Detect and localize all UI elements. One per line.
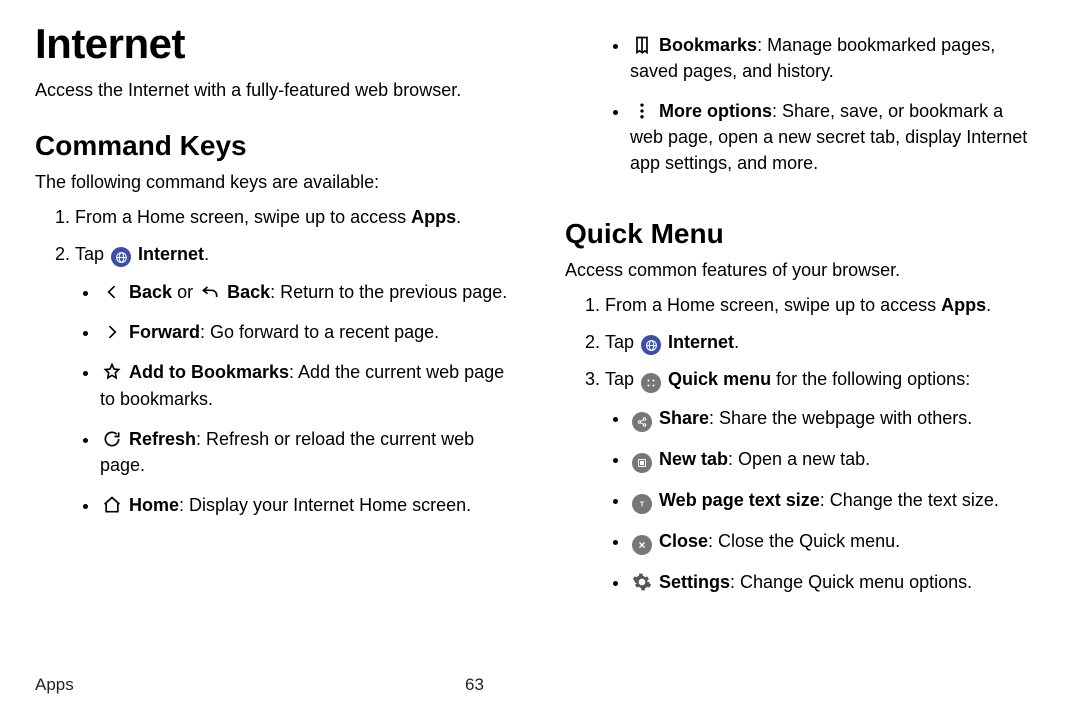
list-item: Back or Back: Return to the previous pag…: [100, 279, 510, 305]
command-keys-sub: The following command keys are available…: [35, 170, 510, 194]
text: or: [177, 282, 198, 302]
close-label: Close: [659, 531, 708, 551]
text: From a Home screen, swipe up to access: [75, 207, 411, 227]
back-label: Back: [129, 282, 172, 302]
quick-menu-icon: [641, 373, 661, 393]
command-keys-steps: From a Home screen, swipe up to access A…: [35, 205, 510, 532]
quick-menu-heading: Quick Menu: [565, 218, 1040, 250]
share-icon: [632, 412, 652, 432]
share-label: Share: [659, 408, 709, 428]
text-size-icon: T: [632, 494, 652, 514]
list-item: Add to Bookmarks: Add the current web pa…: [100, 359, 510, 411]
back-chevron-icon: [102, 282, 122, 302]
back-label: Back: [227, 282, 270, 302]
list-item: Forward: Go forward to a recent page.: [100, 319, 510, 345]
apps-label: Apps: [411, 207, 456, 227]
page-title: Internet: [35, 20, 510, 68]
list-item: From a Home screen, swipe up to access A…: [75, 205, 510, 230]
text-size-label: Web page text size: [659, 490, 820, 510]
text: : Open a new tab.: [728, 449, 870, 469]
more-options-icon: [632, 101, 652, 121]
quick-menu-label: Quick menu: [668, 369, 771, 389]
text: : Display your Internet Home screen.: [179, 495, 471, 515]
svg-text:T: T: [640, 502, 645, 509]
home-icon: [102, 495, 122, 515]
quick-menu-bullets: Share: Share the webpage with others. Ne…: [605, 405, 1040, 595]
forward-chevron-icon: [102, 322, 122, 342]
bookmark-add-label: Add to Bookmarks: [129, 362, 289, 382]
new-tab-label: New tab: [659, 449, 728, 469]
internet-label: Internet: [668, 332, 734, 352]
text: : Change Quick menu options.: [730, 572, 972, 592]
text: Tap: [605, 369, 639, 389]
home-label: Home: [129, 495, 179, 515]
internet-icon: [111, 247, 131, 267]
refresh-label: Refresh: [129, 429, 196, 449]
text: for the following options:: [771, 369, 970, 389]
list-item: Share: Share the webpage with others.: [630, 405, 1040, 432]
refresh-icon: [102, 429, 122, 449]
text: .: [204, 244, 209, 264]
text: .: [734, 332, 739, 352]
list-item: From a Home screen, swipe up to access A…: [605, 293, 1040, 318]
list-item: Bookmarks: Manage bookmarked pages, save…: [630, 32, 1040, 84]
list-item: Close: Close the Quick menu.: [630, 528, 1040, 555]
list-item: Home: Display your Internet Home screen.: [100, 492, 510, 518]
text: : Return to the previous page.: [270, 282, 507, 302]
text: : Close the Quick menu.: [708, 531, 900, 551]
bookmarks-icon: [632, 35, 652, 55]
more-options-label: More options: [659, 101, 772, 121]
list-item: Tap Internet.: [605, 330, 1040, 356]
text: : Go forward to a recent page.: [200, 322, 439, 342]
list-item: More options: Share, save, or bookmark a…: [630, 98, 1040, 176]
list-item: T Web page text size: Change the text si…: [630, 487, 1040, 514]
new-tab-icon: [632, 453, 652, 473]
text: : Change the text size.: [820, 490, 999, 510]
internet-icon: [641, 335, 661, 355]
star-icon: [102, 362, 122, 382]
settings-label: Settings: [659, 572, 730, 592]
list-item: Tap Internet. Back or: [75, 242, 510, 518]
forward-label: Forward: [129, 322, 200, 342]
bookmarks-label: Bookmarks: [659, 35, 757, 55]
text: .: [456, 207, 461, 227]
text: Tap: [605, 332, 639, 352]
command-keys-bullets-continued: Bookmarks: Manage bookmarked pages, save…: [565, 32, 1040, 190]
back-arrow-icon: [200, 282, 220, 302]
settings-icon: [632, 572, 652, 592]
text: From a Home screen, swipe up to access: [605, 295, 941, 315]
quick-menu-sub: Access common features of your browser.: [565, 258, 1040, 282]
command-keys-bullets: Back or Back: Return to the previous pag…: [75, 279, 510, 518]
footer-section: Apps: [35, 675, 465, 695]
list-item: New tab: Open a new tab.: [630, 446, 1040, 473]
command-keys-heading: Command Keys: [35, 130, 510, 162]
text: .: [986, 295, 991, 315]
list-item: Refresh: Refresh or reload the current w…: [100, 426, 510, 478]
intro-text: Access the Internet with a fully-feature…: [35, 78, 510, 102]
quick-menu-steps: From a Home screen, swipe up to access A…: [565, 293, 1040, 610]
text: Tap: [75, 244, 109, 264]
text: : Share the webpage with others.: [709, 408, 972, 428]
page-footer: Apps 63: [35, 675, 1040, 695]
apps-label: Apps: [941, 295, 986, 315]
footer-page-number: 63: [465, 675, 1040, 695]
list-item: Tap Quick menu for the following options…: [605, 367, 1040, 595]
internet-label: Internet: [138, 244, 204, 264]
close-icon: [632, 535, 652, 555]
list-item: Settings: Change Quick menu options.: [630, 569, 1040, 595]
